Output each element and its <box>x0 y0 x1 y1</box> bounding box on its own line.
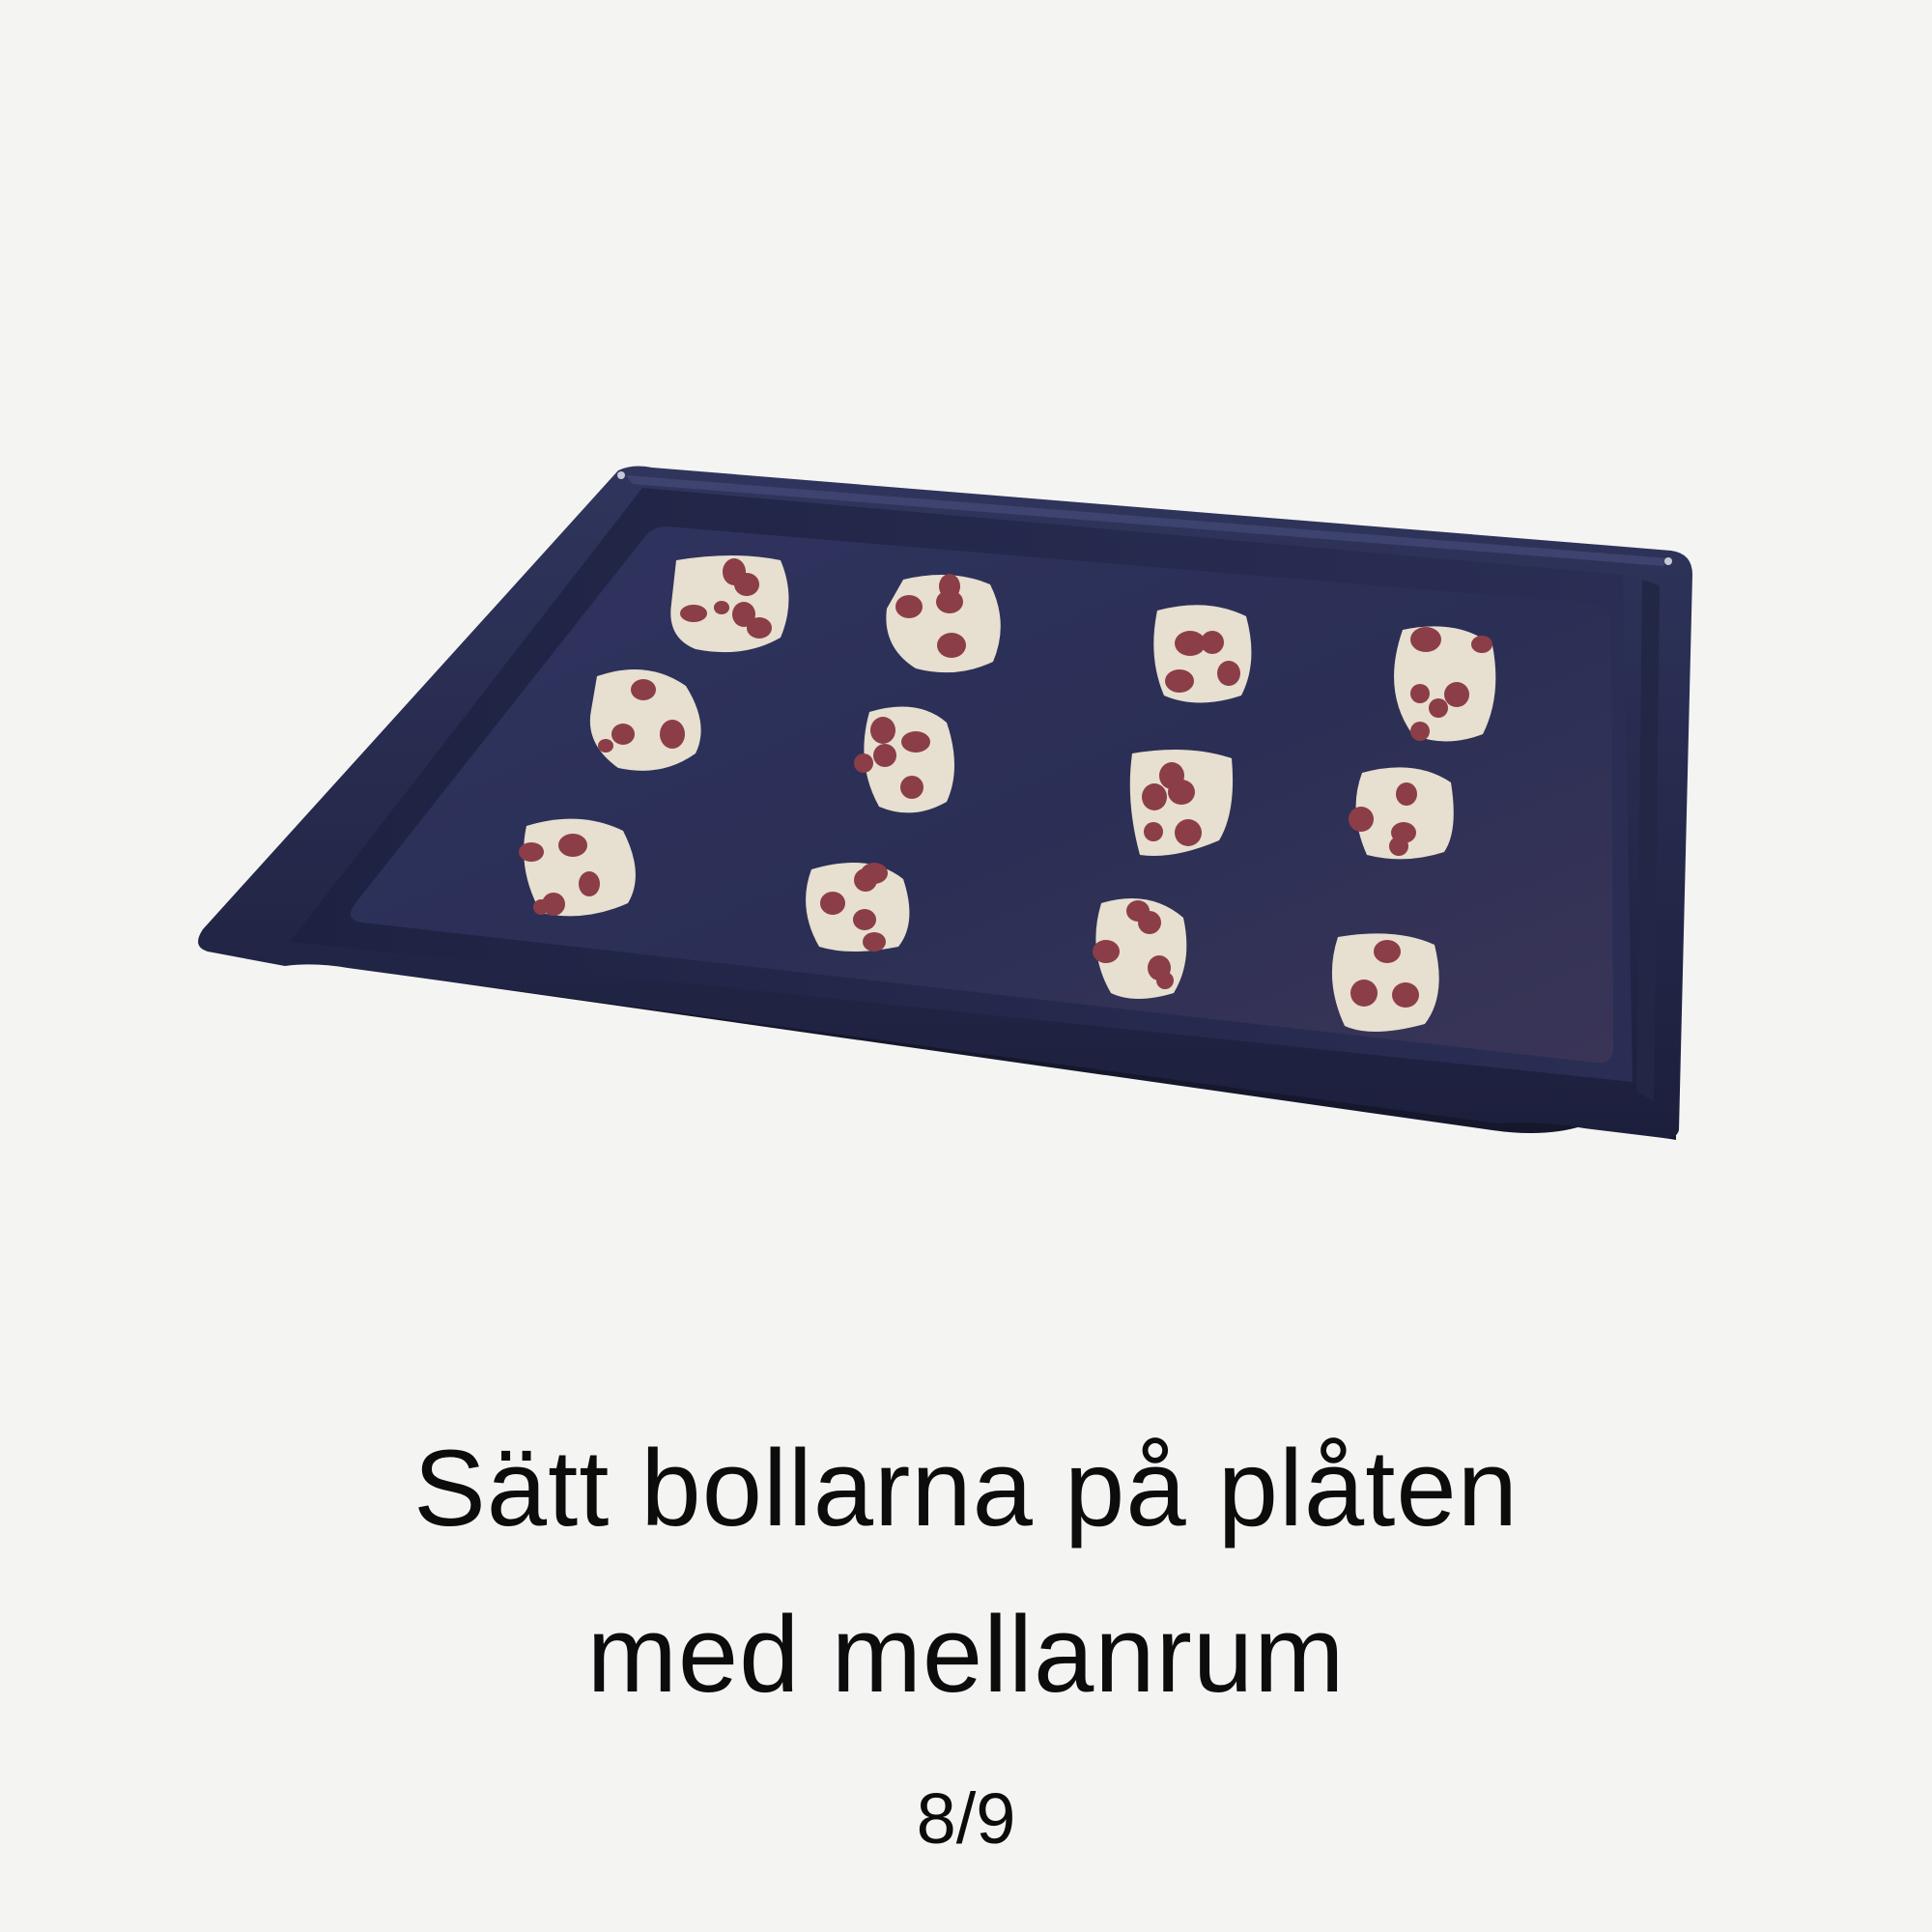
tray-corner-hole <box>1664 557 1672 565</box>
step-caption: Sätt bollarna på plåten med mellanrum <box>0 1406 1932 1738</box>
dough-ball <box>1394 626 1496 742</box>
baking-tray-illustration <box>198 466 1693 1140</box>
dough-ball <box>1349 767 1454 860</box>
dough-ball <box>806 862 910 952</box>
page-counter: 8/9 <box>916 1778 1016 1859</box>
tray-corner-hole <box>617 471 625 479</box>
baking-tray <box>198 466 1693 1140</box>
dough-ball <box>1331 933 1439 1033</box>
dough-ball <box>1153 605 1252 703</box>
caption-line-1: Sätt bollarna på plåten <box>413 1428 1519 1548</box>
dough-ball <box>886 574 1001 673</box>
dough-ball <box>1129 750 1234 856</box>
dough-ball <box>670 555 789 653</box>
caption-line-2: med mellanrum <box>586 1594 1346 1715</box>
dough-ball <box>519 818 636 917</box>
dough-ball <box>1093 898 1187 999</box>
